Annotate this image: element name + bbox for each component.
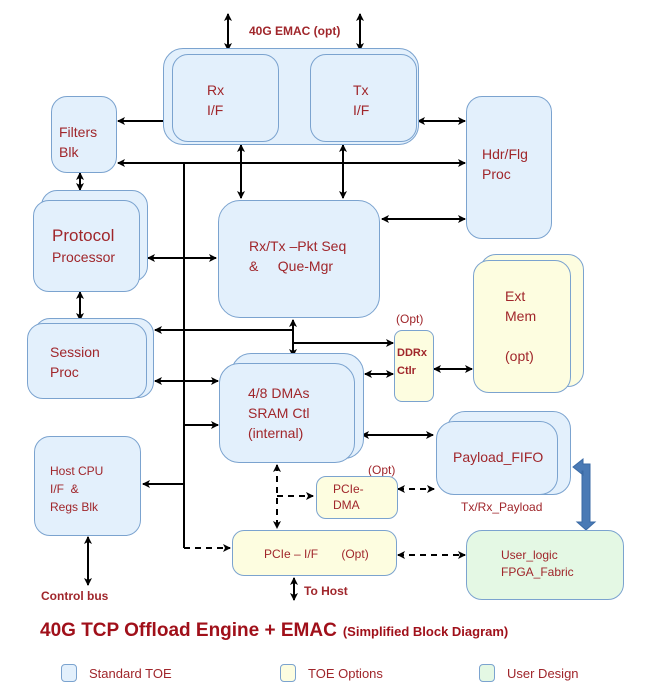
diagram-title: 40G TCP Offload Engine + EMAC (Simplified… <box>40 620 508 642</box>
block-diagram: 40G EMAC (opt) Rx I/F Tx I/F Filters Blk… <box>0 0 652 700</box>
rx-if-block[interactable] <box>172 54 279 142</box>
ddr-opt-label: (Opt) <box>396 312 424 326</box>
payload-caption: Tx/Rx_Payload <box>461 500 543 514</box>
payload-fifo-label: Payload_FIFO <box>453 449 544 465</box>
legend-label: User Design <box>507 665 579 681</box>
pcie-dma-label: PCIe- DMA <box>333 482 364 512</box>
control-bus-label: Control bus <box>41 589 109 603</box>
to-host-label: To Host <box>304 584 348 598</box>
tx-if-label: Tx I/F <box>353 82 370 118</box>
emac-label: 40G EMAC (opt) <box>249 24 341 38</box>
legend-swatch-standard <box>61 664 77 682</box>
rx-if-label: Rx I/F <box>207 82 225 118</box>
dmas-label: 4/8 DMAs SRAM Ctl (internal) <box>248 385 310 441</box>
fat-arrow-payload-userlogic <box>572 457 597 531</box>
pcie-if-label: PCIe – I/F (Opt) <box>264 547 369 561</box>
legend-options: TOE Options <box>280 664 383 682</box>
session-label: Session Proc <box>50 344 100 380</box>
ext-mem-label: Ext Mem (opt) <box>505 288 537 364</box>
protocol-label-2: Processor <box>52 249 116 265</box>
legend-label: TOE Options <box>308 665 383 681</box>
legend-label: Standard TOE <box>89 665 172 681</box>
legend-swatch-user <box>479 664 495 682</box>
title-sub: (Simplified Block Diagram) <box>342 624 509 639</box>
legend-standard: Standard TOE <box>61 664 172 682</box>
title-main: 40G TCP Offload Engine + EMAC <box>40 620 337 641</box>
legend-user: User Design <box>479 664 579 682</box>
ddr-ctlr-label: DDRx Ctlr <box>397 347 427 377</box>
hdr-flg-label: Hdr/Flg Proc <box>482 146 528 182</box>
host-cpu-label: Host CPU I/F & Regs Blk <box>50 464 104 514</box>
legend-swatch-options <box>280 664 296 682</box>
filters-label: Filters Blk <box>59 124 98 160</box>
user-logic-label: User_logic FPGA_Fabric <box>501 548 574 579</box>
pkt-seq-label: Rx/Tx –Pkt Seq & Que-Mgr <box>249 238 347 274</box>
protocol-label: Protocol <box>52 226 115 245</box>
